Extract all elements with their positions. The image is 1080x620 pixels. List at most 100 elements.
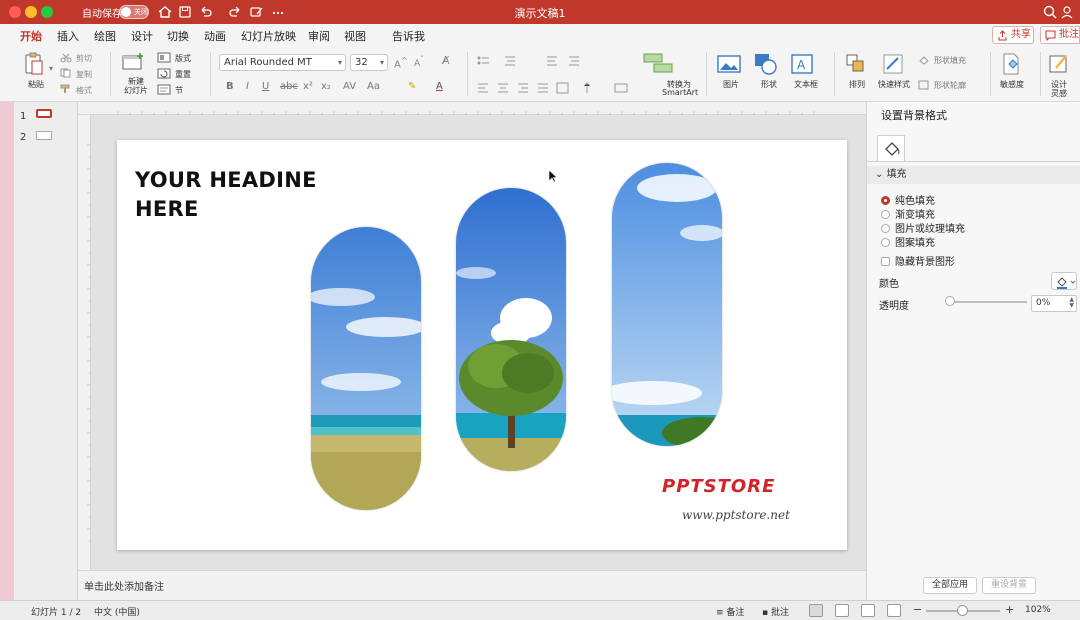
search-icon[interactable]	[1042, 4, 1058, 20]
strikethrough-icon[interactable]: abc	[280, 81, 298, 92]
transparency-slider-track[interactable]	[947, 301, 1027, 303]
designer-icon[interactable]	[1048, 52, 1070, 76]
highlight-icon[interactable]: ✎	[408, 81, 416, 92]
slide-thumbnail-1[interactable]	[36, 109, 52, 118]
tab-insert[interactable]: 插入	[57, 28, 79, 44]
textbox-icon[interactable]: A	[790, 53, 814, 75]
font-color-icon[interactable]: A	[436, 81, 443, 92]
fill-tab[interactable]	[877, 135, 905, 161]
shrink-font-icon[interactable]: Aˇ	[414, 55, 424, 69]
sensitivity-label[interactable]: 敏感度	[1000, 79, 1024, 90]
notes-toggle-button[interactable]: ≡ 备注	[716, 605, 744, 618]
solid-fill-radio[interactable]	[881, 196, 890, 205]
shape-icon[interactable]	[753, 52, 779, 76]
brand-logo-text[interactable]: PPTSTORE	[662, 476, 775, 497]
reading-view-button[interactable]	[861, 604, 875, 617]
reset-button[interactable]: 重置	[175, 69, 191, 80]
shape-label[interactable]: 形状	[761, 79, 777, 90]
convert-smartart-label-2[interactable]: SmartArt	[662, 88, 698, 97]
tab-view[interactable]: 视图	[344, 28, 366, 44]
tab-review[interactable]: 审阅	[308, 28, 330, 44]
account-icon[interactable]	[1060, 4, 1074, 20]
tab-home[interactable]: 开始	[20, 28, 42, 49]
share-button[interactable]: 共享	[992, 26, 1034, 44]
italic-icon[interactable]: I	[246, 81, 249, 92]
grow-font-icon[interactable]: A^	[394, 55, 408, 70]
bold-icon[interactable]: B	[226, 81, 234, 92]
picture-fill-radio[interactable]	[881, 224, 890, 233]
beach-image-pill[interactable]	[311, 227, 421, 510]
tab-design[interactable]: 设计	[131, 28, 153, 44]
gradient-fill-radio[interactable]	[881, 210, 890, 219]
designer-label-2[interactable]: 灵感	[1051, 88, 1067, 99]
shape-outline-button[interactable]: 形状轮廓	[934, 80, 966, 91]
transparency-stepper[interactable]: ▲ ▼	[1069, 297, 1074, 309]
zoom-in-button[interactable]: +	[1005, 603, 1014, 616]
website-url[interactable]: www.pptstore.net	[682, 508, 790, 522]
copy-button[interactable]: 复制	[76, 69, 92, 80]
transparency-slider-handle[interactable]	[945, 296, 955, 306]
arrange-label[interactable]: 排列	[849, 79, 865, 90]
shape-fill-button[interactable]: 形状填充	[934, 55, 966, 66]
superscript-icon[interactable]: x²	[303, 81, 313, 92]
slideshow-view-button[interactable]	[887, 604, 901, 617]
change-case-icon[interactable]: Aa	[367, 81, 380, 92]
font-size-select[interactable]: 32 ▾	[350, 54, 388, 71]
zoom-out-button[interactable]: −	[913, 603, 922, 616]
reset-background-button[interactable]: 重设背景	[982, 577, 1036, 594]
fill-section-header[interactable]: ⌄ 填充	[867, 166, 1080, 184]
notes-pane[interactable]: 单击此处添加备注	[78, 570, 866, 600]
picture-icon[interactable]	[717, 54, 741, 74]
underline-icon[interactable]: U	[262, 81, 269, 92]
comments-toggle-button[interactable]: ▪ 批注	[762, 605, 789, 618]
section-button[interactable]: 节	[175, 85, 183, 96]
tab-slideshow[interactable]: 幻灯片放映	[241, 28, 296, 44]
apply-to-all-button[interactable]: 全部应用	[923, 577, 977, 594]
language-indicator[interactable]: 中文 (中国)	[94, 605, 140, 618]
slide-headline[interactable]: YOUR HEADINE HERE	[135, 166, 317, 224]
list-tools-icon[interactable]	[477, 55, 587, 67]
font-name-select[interactable]: Arial Rounded MT ▾	[219, 54, 346, 71]
cut-button[interactable]: 剪切	[76, 53, 92, 64]
quick-styles-icon[interactable]	[882, 53, 904, 75]
tab-animations[interactable]: 动画	[204, 28, 226, 44]
slide-thumbnail-2[interactable]	[36, 131, 52, 140]
format-painter-button[interactable]: 格式	[76, 85, 92, 96]
pattern-fill-option[interactable]: 图案填充	[881, 234, 935, 249]
picture-label[interactable]: 图片	[723, 79, 739, 90]
paste-icon[interactable]	[23, 52, 45, 76]
sky-image-pill[interactable]	[612, 163, 722, 446]
gradient-fill-option[interactable]: 渐变填充	[881, 206, 935, 221]
tab-transitions[interactable]: 切换	[167, 28, 189, 44]
convert-smartart-icon[interactable]	[636, 52, 686, 74]
paste-label[interactable]: 粘贴	[28, 79, 44, 90]
hide-background-option[interactable]: 隐藏背景图形	[881, 253, 955, 268]
normal-view-button[interactable]	[809, 604, 823, 617]
textbox-label[interactable]: 文本框	[794, 79, 818, 90]
transparency-input[interactable]: 0% ▲ ▼	[1031, 295, 1077, 312]
tab-draw[interactable]: 绘图	[94, 28, 116, 44]
color-picker-button[interactable]	[1051, 272, 1077, 290]
zoom-level[interactable]: 102%	[1025, 605, 1051, 615]
new-slide-icon[interactable]	[121, 52, 145, 72]
subscript-icon[interactable]: x₂	[321, 81, 331, 92]
picture-fill-option[interactable]: 图片或纹理填充	[881, 220, 965, 235]
sensitivity-icon[interactable]	[1000, 52, 1022, 76]
clear-format-icon[interactable]: A̸	[442, 54, 450, 67]
tree-image-pill[interactable]	[456, 188, 566, 471]
pattern-fill-radio[interactable]	[881, 238, 890, 247]
notes-placeholder[interactable]: 单击此处添加备注	[84, 578, 164, 593]
solid-fill-option[interactable]: 纯色填充	[881, 192, 935, 207]
comments-button[interactable]: 批注	[1040, 26, 1080, 44]
quick-styles-label[interactable]: 快速样式	[878, 79, 910, 90]
arrange-icon[interactable]	[845, 53, 867, 75]
hide-background-checkbox[interactable]	[881, 257, 890, 266]
slide-sorter-view-button[interactable]	[835, 604, 849, 617]
tab-tell-me[interactable]: 告诉我	[392, 28, 425, 44]
char-spacing-icon[interactable]: AV	[343, 81, 356, 92]
alignment-tools-icon[interactable]	[477, 82, 637, 94]
new-slide-label[interactable]: 新建 幻灯片	[124, 77, 148, 95]
zoom-slider-handle[interactable]	[957, 605, 968, 616]
slide[interactable]: YOUR HEADINE HERE PPTSTORE www.pptstore.…	[117, 140, 847, 550]
layout-button[interactable]: 版式	[175, 53, 191, 64]
